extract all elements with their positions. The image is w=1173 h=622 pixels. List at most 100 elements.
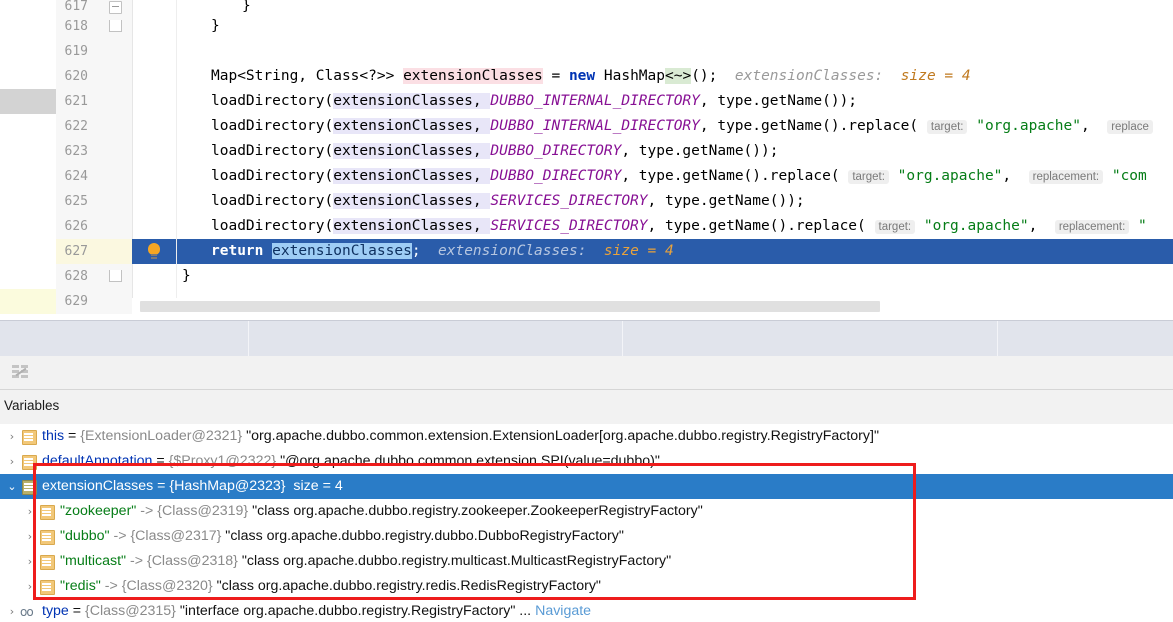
object-field-icon [22, 455, 37, 470]
line-number: 629 [64, 294, 88, 309]
static-field-icon: oo [20, 605, 34, 619]
expand-chevron-icon[interactable]: › [22, 499, 38, 524]
code-line: loadDirectory(extensionClasses, DUBBO_DI… [211, 164, 1147, 189]
map-key: "zookeeper" [60, 503, 137, 519]
variable-row-type[interactable]: › oo type = {Class@2315} "interface org.… [0, 599, 1173, 622]
inlay-hint-value: size = 4 [603, 243, 674, 259]
code-token: , [1002, 168, 1012, 184]
variable-row-dubbo[interactable]: › "dubbo" -> {Class@2317} "class org.apa… [0, 524, 1173, 549]
line-number-gutter[interactable]: 617 618 619 620 621 622 623 624 625 626 … [56, 0, 168, 314]
collapse-chevron-icon[interactable]: ⌄ [4, 474, 20, 499]
code-token: , type.getName()); [699, 93, 858, 109]
code-line: Map<String, Class<?>> extensionClasses =… [211, 64, 971, 89]
code-token: , type.getName()); [647, 193, 805, 209]
variable-row-zookeeper[interactable]: › "zookeeper" -> {Class@2319} "class org… [0, 499, 1173, 524]
inlay-hint-value: size = 4 [900, 68, 971, 84]
code-token: , [472, 218, 491, 234]
code-keyword: return [211, 243, 264, 259]
intention-bulb-icon[interactable] [148, 243, 160, 256]
variable-name: extensionClasses [42, 478, 154, 494]
intention-gutter[interactable] [132, 0, 176, 314]
ide-debugger-screenshot: 617 618 619 620 621 622 623 624 625 626 … [0, 0, 1173, 622]
variables-header: Variables [0, 390, 1173, 425]
scrollbar-thumb[interactable] [140, 301, 880, 312]
code-token: loadDirectory( [211, 218, 334, 234]
code-string: "com [1111, 168, 1147, 184]
map-key: "multicast" [60, 553, 127, 569]
variable-row-defaultAnnotation[interactable]: › defaultAnnotation = {$Proxy1@2322} "@o… [0, 449, 1173, 474]
tab-divider [248, 321, 249, 356]
variable-ref: {ExtensionLoader@2321} [80, 428, 243, 444]
code-constant: DUBBO_DIRECTORY [490, 168, 622, 184]
variables-tree[interactable]: › this = {ExtensionLoader@2321} "org.apa… [0, 424, 1173, 622]
code-token: , type.getName().replace( [699, 118, 919, 134]
variable-content: "multicast" -> {Class@2318} "class org.a… [60, 549, 671, 574]
expand-chevron-icon[interactable]: › [4, 449, 20, 474]
variable-ref: {Class@2319} [157, 503, 249, 519]
code-text-area[interactable]: } } Map<String, Class<?>> extensionClass… [176, 0, 1173, 314]
variable-ref: {Class@2320} [121, 578, 213, 594]
variable-value: "org.apache.dubbo.common.extension.Exten… [242, 428, 879, 444]
expand-chevron-icon[interactable]: › [4, 599, 20, 622]
debugger-toolbar[interactable] [0, 356, 1173, 390]
code-token: loadDirectory( [211, 168, 334, 184]
line-number: 628 [64, 269, 88, 284]
variable-row-this[interactable]: › this = {ExtensionLoader@2321} "org.apa… [0, 424, 1173, 449]
hide-frames-icon[interactable] [12, 364, 30, 380]
variable-content: "zookeeper" -> {Class@2319} "class org.a… [60, 499, 703, 524]
code-string: "org.apache" [976, 118, 1081, 134]
expand-chevron-icon[interactable]: › [22, 549, 38, 574]
code-fold-icon[interactable] [109, 20, 122, 32]
intention-bulb-cell[interactable] [132, 239, 176, 264]
variable-row-multicast[interactable]: › "multicast" -> {Class@2318} "class org… [0, 549, 1173, 574]
navigate-link[interactable]: Navigate [535, 603, 591, 619]
code-line-current: return extensionClasses; extensionClasse… [211, 239, 674, 264]
variable-row-redis[interactable]: › "redis" -> {Class@2320} "class org.apa… [0, 574, 1173, 599]
code-token: , type.getName().replace( [647, 218, 866, 234]
map-entry-icon [40, 555, 55, 570]
line-number: 621 [64, 94, 88, 109]
line-number: 618 [64, 19, 88, 34]
code-constant: DUBBO_DIRECTORY [490, 143, 622, 159]
code-token-highlighted: extensionClasses [333, 218, 473, 234]
variable-value: "class org.apache.dubbo.registry.multica… [237, 553, 672, 569]
map-entry-icon [40, 580, 55, 595]
variable-name: this [42, 428, 65, 444]
code-token: loadDirectory( [211, 143, 334, 159]
code-token: , [472, 143, 491, 159]
parameter-hint: target: [874, 220, 916, 234]
code-token: , [472, 118, 491, 134]
map-arrow: -> [126, 553, 147, 569]
expand-chevron-icon[interactable]: › [22, 524, 38, 549]
variable-equals: = [68, 603, 85, 619]
expand-chevron-icon[interactable]: › [4, 424, 20, 449]
variable-row-extensionClasses[interactable]: ⌄ extensionClasses = {HashMap@2323} size… [0, 474, 1173, 499]
code-fold-icon[interactable] [109, 1, 122, 14]
parameter-hint: replacement: [1028, 170, 1104, 184]
code-fold-icon[interactable] [109, 270, 122, 282]
variable-ref: {Class@2315} [85, 603, 176, 619]
expand-chevron-icon[interactable]: › [22, 574, 38, 599]
code-token-generic: <~> [665, 68, 692, 84]
code-line: } [242, 0, 251, 14]
variable-name: defaultAnnotation [42, 453, 153, 469]
code-token: , type.getName()); [621, 143, 779, 159]
code-string: "org.apache" [923, 218, 1029, 234]
debugger-tab-strip[interactable] [0, 320, 1173, 357]
code-string: "org.apache" [897, 168, 1003, 184]
code-token: ; [411, 243, 421, 259]
code-editor[interactable]: 617 618 619 620 621 622 623 624 625 626 … [0, 0, 1173, 318]
code-constant: DUBBO_INTERNAL_DIRECTORY [490, 118, 700, 134]
editor-horizontal-scrollbar[interactable] [132, 298, 1173, 314]
code-token-highlighted: extensionClasses [403, 68, 543, 84]
inlay-hint-variable: extensionClasses: [734, 68, 884, 84]
code-token-highlighted: extensionClasses [333, 93, 473, 109]
code-string: " [1138, 218, 1147, 234]
parameter-hint: target: [926, 120, 968, 134]
code-token: , [1080, 118, 1090, 134]
code-constant: SERVICES_DIRECTORY [490, 218, 648, 234]
code-constant: SERVICES_DIRECTORY [490, 193, 648, 209]
variable-content: defaultAnnotation = {$Proxy1@2322} "@org… [42, 449, 660, 474]
map-arrow: -> [109, 528, 131, 544]
variable-value: "interface org.apache.dubbo.registry.Reg… [175, 603, 532, 619]
